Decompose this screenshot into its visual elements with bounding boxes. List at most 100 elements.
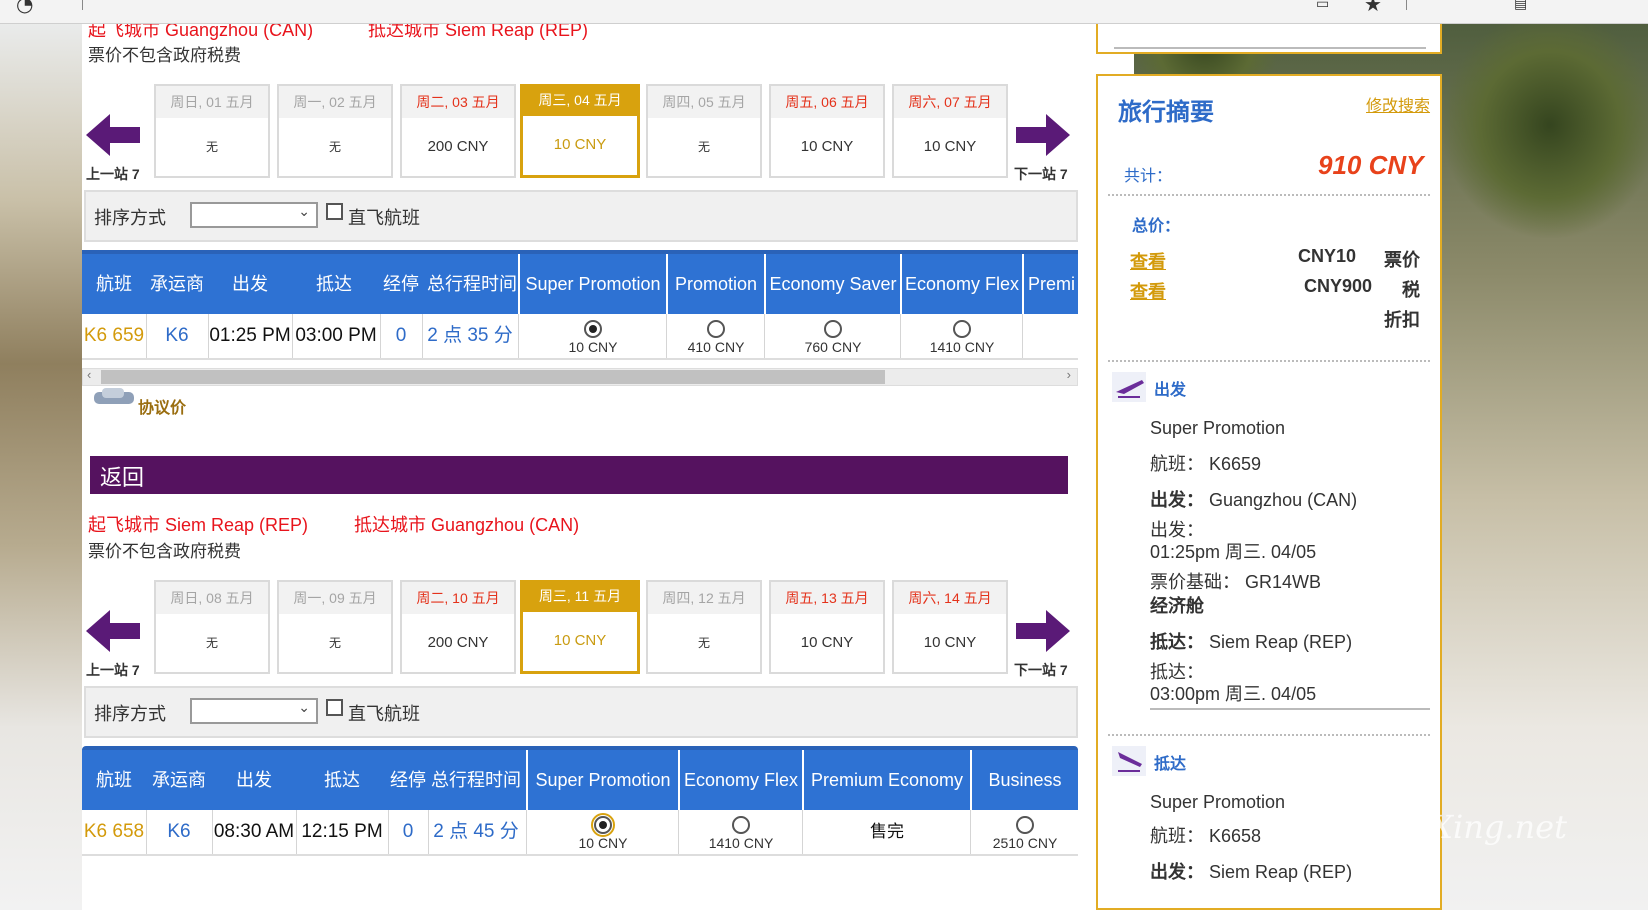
column-header: 出发 (232, 274, 268, 294)
date-tab[interactable]: 周五, 06 五月 10 CNY (769, 84, 885, 178)
date-tab[interactable]: 周日, 01 五月无 (154, 84, 270, 178)
column-header: 出发 (236, 770, 272, 790)
fare-amount: CNY10 (1298, 246, 1357, 266)
next-week-arrow-icon[interactable] (1014, 608, 1070, 654)
date-tab-price: 无 (328, 140, 341, 154)
scroll-right-icon[interactable]: › (1067, 367, 1071, 382)
fare-price: 410 CNY (687, 339, 745, 355)
direct-flights-checkbox[interactable] (326, 699, 343, 716)
fare-radio[interactable] (707, 320, 725, 338)
sort-label: 排序方式 (94, 208, 166, 228)
fare-radio[interactable] (953, 320, 971, 338)
fare-option[interactable]: 760 CNY (766, 314, 900, 358)
date-tab-date: 周五, 06 五月 (771, 86, 883, 118)
next-week-arrow-icon[interactable] (1014, 112, 1070, 158)
prev-week-link[interactable]: 上一站 7 (86, 660, 140, 680)
next-week-link[interactable]: 下一站 7 (1014, 660, 1068, 680)
date-tab-price: 200 CNY (427, 138, 489, 155)
fare-basis-value: GR14WB (1245, 572, 1322, 592)
modify-search-link[interactable]: 修改搜索 (1366, 92, 1430, 116)
flight-label: 航班： (1150, 826, 1204, 846)
date-tab-date: 周三, 04 五月 (523, 84, 637, 116)
hub-icon[interactable]: ▤ (1514, 0, 1527, 12)
trip-duration: 2 点 35 分 (427, 325, 513, 346)
handshake-icon (94, 388, 134, 404)
date-tab[interactable]: 周六, 14 五月 10 CNY (892, 580, 1008, 674)
fare-class-header: Promotion (674, 274, 758, 294)
total-value: 910 CNY (1318, 150, 1424, 180)
cell-divider (678, 810, 679, 854)
date-tab[interactable]: 周二, 10 五月 200 CNY (400, 580, 516, 674)
fare-option[interactable]: 1410 CNY (680, 810, 802, 854)
chevron-down-icon: ⌄ (298, 699, 310, 715)
favorite-star-icon[interactable]: ★ (1364, 0, 1382, 16)
cell-divider (900, 314, 901, 358)
date-tab[interactable]: 周五, 13 五月 10 CNY (769, 580, 885, 674)
fare-price: 760 CNY (804, 339, 862, 355)
negotiated-price-label: 协议价 (138, 400, 187, 417)
fare-class-header: Super Promotion (535, 770, 671, 790)
date-tab-selected[interactable]: 周三, 04 五月 10 CNY (520, 84, 640, 178)
summary-title: 旅行摘要 (1118, 99, 1214, 126)
fare-option[interactable]: 1410 CNY (902, 314, 1022, 358)
from-label: 出发： (1150, 490, 1204, 510)
reading-view-icon[interactable]: ▭ (1316, 0, 1329, 12)
date-tab-date: 周三, 11 五月 (523, 580, 637, 612)
table-row: K6 659 K6 01:25 PM 03:00 PM 0 2 点 35 分 1… (82, 314, 1078, 360)
horizontal-scrollbar[interactable]: ‹ › (82, 367, 1078, 386)
scroll-left-icon[interactable]: ‹ (87, 367, 91, 382)
column-header: 抵达 (324, 770, 360, 790)
column-header: 航班 (96, 274, 132, 294)
outbound-table-header: 航班 承运商 出发 抵达 经停 总行程时间 Super Promotion Pr… (82, 250, 1078, 314)
back-circle-icon[interactable]: ◔ (16, 0, 33, 16)
outbound-origin: 起飞城市 Guangzhou (CAN) (88, 24, 314, 40)
return-tax-note: 票价不包含政府税费 (88, 542, 241, 561)
fare-radio[interactable] (824, 320, 842, 338)
fare-option[interactable]: 10 CNY (520, 314, 666, 358)
depart-time: 08:30 AM (213, 821, 295, 842)
view-fare-link[interactable]: 查看 (1130, 248, 1166, 274)
date-tab-selected[interactable]: 周三, 11 五月 10 CNY (520, 580, 640, 674)
watermark-logo: eLvXing.net (1372, 808, 1567, 846)
column-header: 承运商 (152, 770, 206, 790)
fare-radio[interactable] (584, 320, 602, 338)
date-tab[interactable]: 周日, 08 五月无 (154, 580, 270, 674)
date-tab-date: 周日, 08 五月 (156, 582, 268, 614)
date-tab[interactable]: 周二, 03 五月 200 CNY (400, 84, 516, 178)
sort-select[interactable]: ⌄ (190, 698, 318, 724)
date-tab-price: 10 CNY (800, 634, 854, 651)
departure-plane-icon (1112, 372, 1146, 402)
prev-week-arrow-icon[interactable] (86, 608, 142, 654)
stops-count: 0 (395, 325, 407, 346)
from-label: 出发： (1150, 862, 1204, 882)
sidebar-top-box (1096, 24, 1442, 54)
fare-option[interactable]: 410 CNY (668, 314, 764, 358)
date-tab[interactable]: 周四, 12 五月无 (646, 580, 762, 674)
prev-week-arrow-icon[interactable] (86, 112, 142, 158)
view-tax-link[interactable]: 查看 (1130, 278, 1166, 304)
next-week-link[interactable]: 下一站 7 (1014, 164, 1068, 184)
depart-section-title: 出发 (1154, 382, 1187, 399)
fare-option[interactable]: 2510 CNY (972, 810, 1078, 854)
fare-class-header: Economy Saver (769, 274, 897, 294)
fare-radio[interactable] (591, 813, 615, 837)
trip-summary-panel: 旅行摘要 修改搜索 共计： 910 CNY 总价： 查看 CNY10 票价 查看… (1096, 74, 1442, 910)
fare-radio[interactable] (732, 816, 750, 834)
fare-price: 10 CNY (568, 339, 618, 355)
sort-select[interactable]: ⌄ (190, 202, 318, 228)
scrollbar-thumb[interactable] (101, 370, 885, 384)
carrier-code: K6 (167, 821, 191, 842)
outbound-tax-note: 票价不包含政府税费 (88, 46, 241, 65)
direct-flights-checkbox[interactable] (326, 203, 343, 220)
column-header: 经停 (390, 770, 426, 790)
fare-radio[interactable] (1016, 816, 1034, 834)
date-tab[interactable]: 周四, 05 五月无 (646, 84, 762, 178)
carrier-code: K6 (165, 325, 189, 346)
date-tab-date: 周二, 03 五月 (402, 86, 514, 118)
date-tab[interactable]: 周一, 09 五月无 (277, 580, 393, 674)
outbound-sort-bar: 排序方式 ⌄ 直飞航班 (84, 190, 1078, 242)
fare-option[interactable]: 10 CNY (528, 810, 678, 854)
prev-week-link[interactable]: 上一站 7 (86, 164, 140, 184)
date-tab[interactable]: 周一, 02 五月无 (277, 84, 393, 178)
date-tab[interactable]: 周六, 07 五月 10 CNY (892, 84, 1008, 178)
